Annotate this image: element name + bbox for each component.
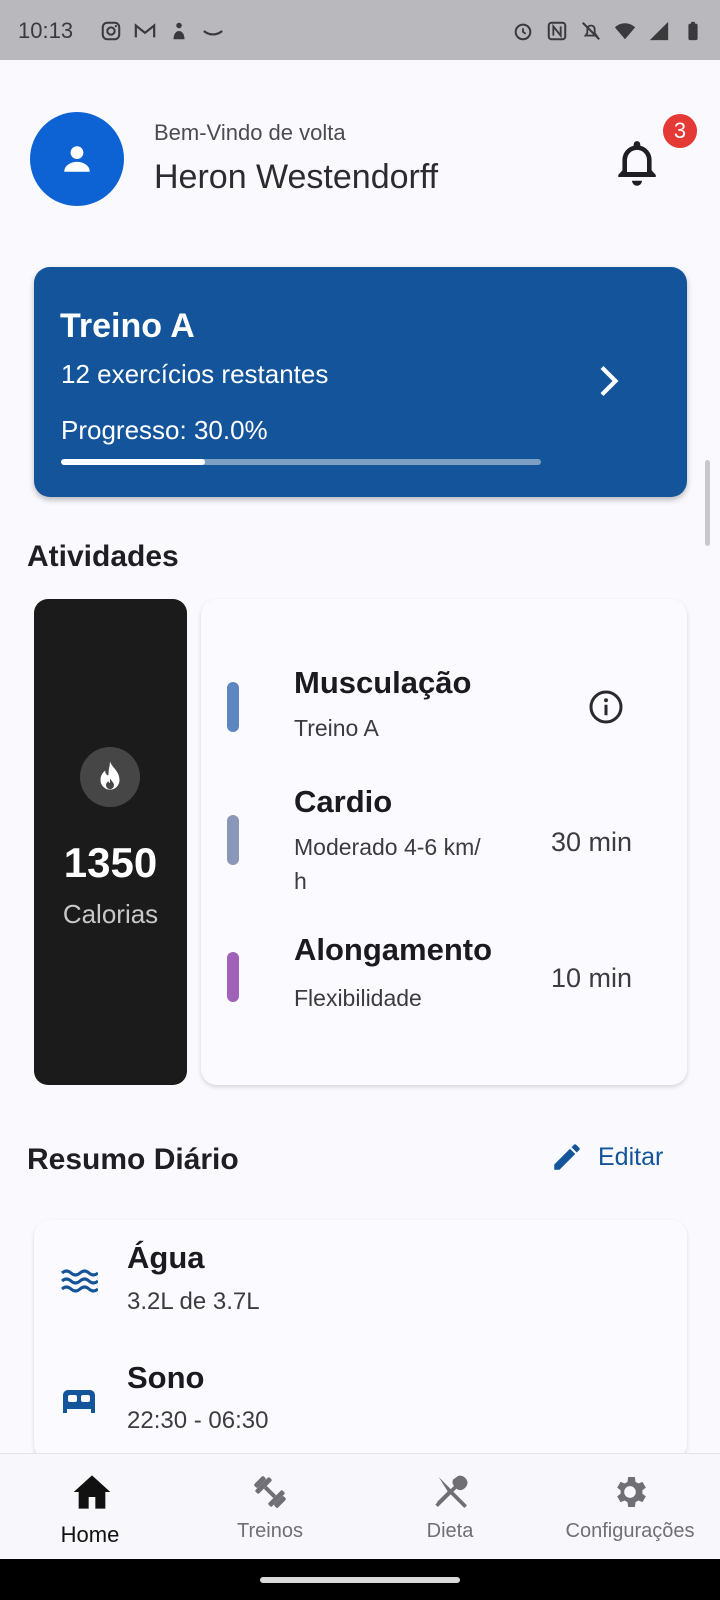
home-gesture-pill[interactable] bbox=[260, 1577, 460, 1583]
gear-icon bbox=[617, 1477, 646, 1507]
summary-value: 3.2L de 3.7L bbox=[127, 1288, 260, 1315]
nav-configuracoes[interactable]: Configurações bbox=[540, 1454, 720, 1560]
amazon-icon bbox=[203, 30, 223, 36]
person-icon bbox=[64, 146, 90, 172]
fire-icon bbox=[100, 761, 120, 790]
activities-title: Atividades bbox=[27, 540, 179, 573]
activity-name: Alongamento bbox=[294, 932, 493, 967]
battery-icon bbox=[688, 21, 698, 41]
chevron-right-icon[interactable] bbox=[590, 363, 626, 399]
daily-summary-card: Água 3.2L de 3.7L Sono 22:30 - 06:30 bbox=[34, 1220, 687, 1460]
summary-title: Sono bbox=[127, 1360, 205, 1395]
activity-duration: 30 min bbox=[551, 827, 633, 857]
status-bar: 10:13 bbox=[0, 0, 720, 60]
edit-button[interactable]: Editar bbox=[550, 1140, 663, 1174]
calories-icon-wrap bbox=[80, 747, 140, 807]
water-icon bbox=[61, 1269, 98, 1293]
pencil-icon bbox=[554, 1144, 580, 1170]
system-icons bbox=[512, 20, 704, 42]
nfc-icon bbox=[547, 21, 567, 41]
activity-duration: 10 min bbox=[551, 963, 633, 993]
bell-icon[interactable] bbox=[612, 134, 662, 190]
workout-card[interactable]: Treino A 12 exercícios restantes Progres… bbox=[34, 267, 687, 497]
activities-list: Musculação Treino A Cardio Moderado 4-6 … bbox=[201, 599, 687, 1085]
bed-icon bbox=[63, 1390, 95, 1413]
status-time: 10:13 bbox=[18, 18, 74, 43]
workout-title: Treino A bbox=[60, 307, 195, 345]
nav-treinos[interactable]: Treinos bbox=[180, 1454, 360, 1560]
workout-remaining: 12 exercícios restantes bbox=[61, 359, 329, 389]
system-nav-bar bbox=[0, 1559, 720, 1600]
nav-label: Treinos bbox=[237, 1520, 303, 1542]
daily-summary-title: Resumo Diário bbox=[27, 1143, 239, 1176]
dumbbell-icon bbox=[254, 1476, 286, 1508]
utensils-icon bbox=[435, 1475, 468, 1508]
home-icon bbox=[73, 1475, 111, 1509]
activity-color-bar bbox=[227, 815, 239, 865]
info-icon[interactable] bbox=[588, 689, 624, 725]
summary-title: Água bbox=[127, 1240, 205, 1275]
activity-color-bar bbox=[227, 952, 239, 1002]
welcome-text: Bem-Vindo de volta bbox=[154, 120, 346, 145]
nav-label: Dieta bbox=[426, 1520, 474, 1542]
scrollbar[interactable] bbox=[705, 460, 710, 546]
calories-label: Calorias bbox=[62, 899, 159, 929]
notification-badge: 3 bbox=[663, 114, 697, 148]
activity-name: Musculação bbox=[294, 665, 472, 700]
activity-name: Cardio bbox=[294, 784, 393, 819]
mute-icon bbox=[582, 22, 600, 40]
activity-desc: Flexibilidade bbox=[294, 985, 422, 1011]
calories-card: 1350 Calorias bbox=[34, 599, 187, 1085]
avatar[interactable] bbox=[30, 112, 124, 206]
activity-color-bar bbox=[227, 682, 239, 732]
calories-value: 1350 bbox=[63, 839, 158, 886]
app-icon bbox=[173, 22, 185, 40]
user-name: Heron Westendorff bbox=[154, 158, 439, 196]
signal-icon bbox=[649, 21, 669, 41]
nav-home[interactable]: Home bbox=[0, 1454, 180, 1560]
edit-label: Editar bbox=[598, 1142, 664, 1171]
wifi-icon bbox=[614, 23, 636, 40]
progress-bar bbox=[61, 459, 541, 465]
activity-desc: Treino A bbox=[294, 715, 379, 741]
gmail-icon bbox=[134, 23, 156, 38]
alarm-icon bbox=[514, 23, 532, 41]
progress-label: Progresso: 30.0% bbox=[61, 415, 268, 445]
nav-dieta[interactable]: Dieta bbox=[360, 1454, 540, 1560]
activity-desc: Moderado 4-6 km/ h bbox=[294, 834, 481, 894]
nav-label: Configurações bbox=[565, 1520, 695, 1542]
progress-fill bbox=[61, 459, 205, 465]
notification-icons bbox=[100, 20, 224, 42]
summary-value: 22:30 - 06:30 bbox=[127, 1407, 269, 1434]
bottom-nav: Home Treinos Dieta Configurações bbox=[0, 1453, 720, 1559]
instagram-icon bbox=[101, 21, 121, 41]
nav-label: Home bbox=[60, 1522, 120, 1547]
